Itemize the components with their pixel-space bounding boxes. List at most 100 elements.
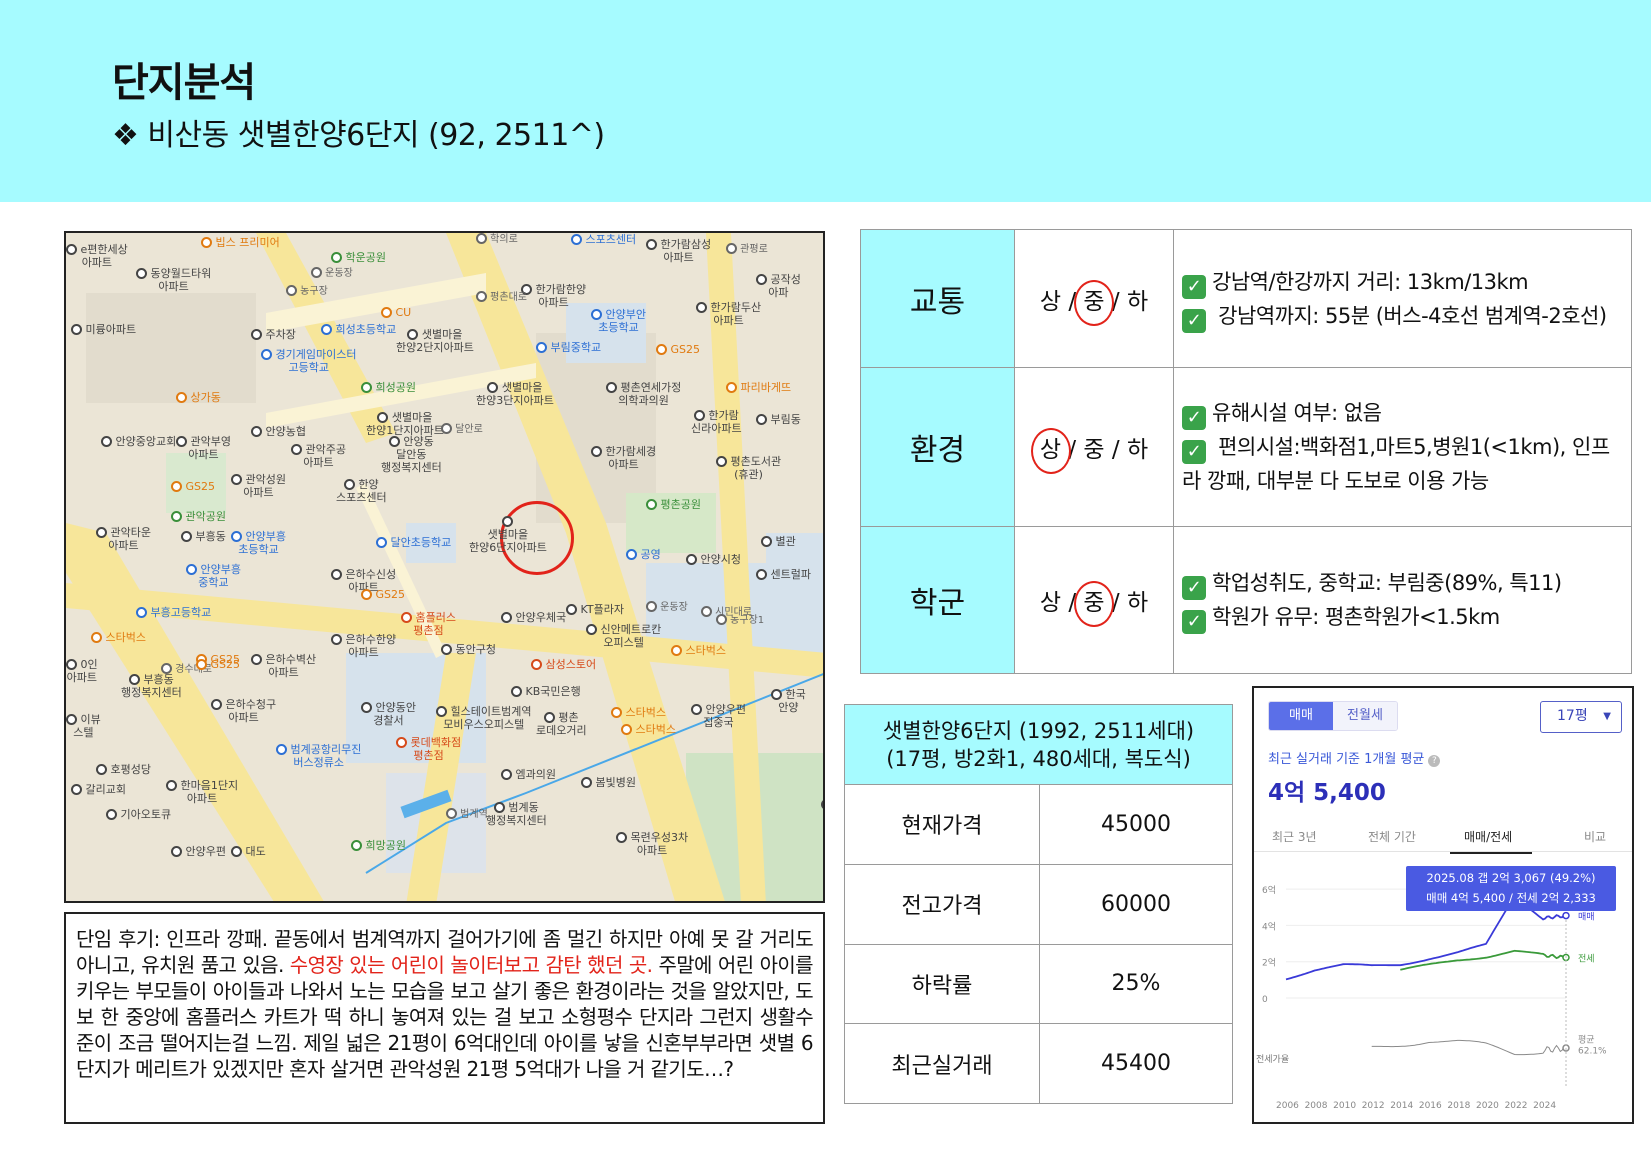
map-label[interactable]: 희성초등학교 [321, 323, 396, 336]
map-label[interactable]: 안양동 달안동 행정복지센터 [381, 435, 442, 474]
map-label[interactable]: 평촌 [821, 798, 823, 811]
map-label[interactable]: 시민대로 [701, 606, 752, 619]
map-label[interactable]: 주차장 [251, 328, 296, 341]
map-label[interactable]: 스타벅스 [611, 706, 666, 719]
map-label[interactable]: 이뷰 스텔 [66, 713, 101, 739]
map-label[interactable]: 평촌 로데오거리 [536, 711, 587, 737]
map-label[interactable]: CU [381, 306, 411, 319]
map-label[interactable]: 한가람두산 아파트 [696, 301, 761, 327]
map-label[interactable]: 범계역 [446, 808, 488, 821]
map-label[interactable]: 안양중앙교회 [101, 435, 176, 448]
map-label[interactable]: 평촌도서관 (휴관) [716, 455, 781, 481]
map-label[interactable]: 안양부흥 초등학교 [231, 530, 286, 556]
poi-marker-icon [611, 707, 622, 718]
map-label[interactable]: 스타벅스 [91, 631, 146, 644]
map-label[interactable]: 기아오토큐 [106, 808, 171, 821]
map-label[interactable]: 안양우편 [171, 845, 226, 858]
map-label[interactable]: 호평성당 [96, 763, 151, 776]
map-label[interactable]: 샛별마을 한양2단지아파트 [396, 328, 474, 354]
map-label[interactable]: 관악주공 아파트 [291, 443, 346, 469]
map-label[interactable]: 학운공원 [331, 251, 386, 264]
map-label[interactable]: 범계동 행정복지센터 [486, 801, 547, 827]
complex-map[interactable]: e편한세상 아파트 빕스 프리미어 학운공원 동양월드타워 아파트 운동장 농구장 … [64, 231, 825, 903]
map-label[interactable]: 안양우편 집중국 [691, 703, 746, 729]
map-label[interactable]: 한마음1단지 아파트 [166, 779, 238, 805]
map-label[interactable]: 빕스 프리미어 [201, 236, 280, 249]
map-label[interactable]: 희망공원 [351, 839, 406, 852]
map-label[interactable]: 공영 [626, 548, 661, 561]
map-label[interactable]: 안양시청 [686, 553, 741, 566]
map-label[interactable]: 샛별마을 한양1단지아파트 [366, 411, 444, 437]
map-label[interactable]: 관악부영 아파트 [176, 435, 231, 461]
map-label[interactable]: 한국 안양 [771, 688, 806, 714]
map-label[interactable]: 안양부안 초등학교 [591, 308, 646, 334]
map-label[interactable]: 관평로 [726, 243, 768, 256]
map-label[interactable]: 은하수벽산 아파트 [251, 653, 316, 679]
map-label[interactable]: 관악공원 [171, 510, 226, 523]
map-label[interactable]: KB국민은행 [511, 685, 581, 698]
map-label[interactable]: 상가동 [176, 391, 221, 404]
map-label[interactable]: 공작성 아파 [756, 273, 801, 299]
map-label[interactable]: KT플라자 [566, 603, 624, 616]
map-label[interactable]: 힐스테이트범계역 모비우스오피스텔 [436, 705, 531, 731]
map-label[interactable]: 안양부흥 중학교 [186, 563, 241, 589]
map-label[interactable]: 한양 스포츠센터 [336, 478, 387, 504]
map-label[interactable]: 파리바게뜨 [726, 381, 791, 394]
map-label[interactable]: 샛별마을 한양3단지아파트 [476, 381, 554, 407]
map-label[interactable]: 스포츠센터 [571, 233, 636, 246]
map-label[interactable]: 평촌공원 [646, 498, 701, 511]
map-label[interactable]: 스타벅스 [621, 723, 676, 736]
map-label[interactable]: 달안초등학교 [376, 536, 451, 549]
map-label[interactable]: 롯데백화점 평촌점 [396, 736, 461, 762]
map-label[interactable]: GS25 [656, 343, 700, 356]
map-label[interactable]: 농구장 [286, 285, 328, 298]
map-label[interactable]: 안양우체국 [501, 611, 566, 624]
map-label[interactable]: 평촌대로 [476, 291, 527, 304]
map-label[interactable]: 관악성원 아파트 [231, 473, 286, 499]
map-label[interactable]: 삼성스토어 [531, 658, 596, 671]
map-label[interactable]: 신안메트로칸 오피스텔 [586, 623, 661, 649]
map-label[interactable]: 봄빛병원 [581, 776, 636, 789]
map-label[interactable]: GS25 [361, 588, 405, 601]
map-label[interactable]: 한가람삼성 아파트 [646, 238, 711, 264]
map-label[interactable]: 동양월드타워 아파트 [136, 267, 211, 293]
map-label[interactable]: 안양동안 경찰서 [361, 701, 416, 727]
map-label[interactable]: 홈플러스 평촌점 [401, 611, 456, 637]
map-label[interactable]: 경기게임마이스터 고등학교 [261, 348, 356, 374]
map-label[interactable]: 부림중학교 [536, 341, 601, 354]
map-label[interactable]: 달안로 [441, 423, 483, 436]
map-label[interactable]: 동안구청 [441, 643, 496, 656]
map-label[interactable]: 은하수한양 아파트 [331, 633, 396, 659]
map-label[interactable]: 갈리교회 [71, 783, 126, 796]
map-label[interactable]: 별관 [761, 535, 796, 548]
map-label[interactable]: 0인 아파트 [66, 658, 98, 684]
map-label[interactable]: 범계공항리무진 버스정류소 [276, 743, 361, 769]
map-label[interactable]: GS25 [171, 480, 215, 493]
map-label[interactable]: 미륭아파트 [71, 323, 136, 336]
map-label[interactable]: 엠과의원 [501, 768, 556, 781]
map-label[interactable]: 은하수청구 아파트 [211, 698, 276, 724]
map-label[interactable]: e편한세상 아파트 [66, 243, 128, 269]
map-label[interactable]: GS25 [196, 658, 240, 671]
map-label[interactable]: 대도 [231, 845, 266, 858]
map-label[interactable]: 부흥동 [181, 530, 226, 543]
map-label[interactable]: 관악타운 아파트 [96, 526, 151, 552]
map-label[interactable]: 운동장 [311, 267, 353, 280]
map-label[interactable]: 한가람 신라아파트 [691, 409, 742, 435]
map-label[interactable]: 부흥동 행정복지센터 [121, 673, 182, 699]
map-label[interactable]: 한가람세경 아파트 [591, 445, 656, 471]
map-label[interactable]: 부흥고등학교 [136, 606, 211, 619]
map-label[interactable]: 부림동 [756, 413, 801, 426]
map-label[interactable]: 스타벅스 [671, 644, 726, 657]
map-label[interactable]: 평촌연세가정 의학과의원 [606, 381, 681, 407]
map-label[interactable]: 운동장 [646, 601, 688, 614]
map-label[interactable]: 안양농협 [251, 425, 306, 438]
map-label[interactable]: 학의로 [476, 233, 518, 246]
map-label[interactable]: 희성공원 [361, 381, 416, 394]
map-label[interactable]: 한가람한양 아파트 [521, 283, 586, 309]
map-label[interactable]: 목련우성3차 아파트 [616, 831, 688, 857]
target-complex-label[interactable]: 샛별마을 한양6단지아파트 [469, 515, 547, 554]
map-label[interactable]: 센트럴파 [756, 568, 811, 581]
poi-marker-icon [66, 244, 77, 255]
poi-marker-icon [171, 511, 182, 522]
